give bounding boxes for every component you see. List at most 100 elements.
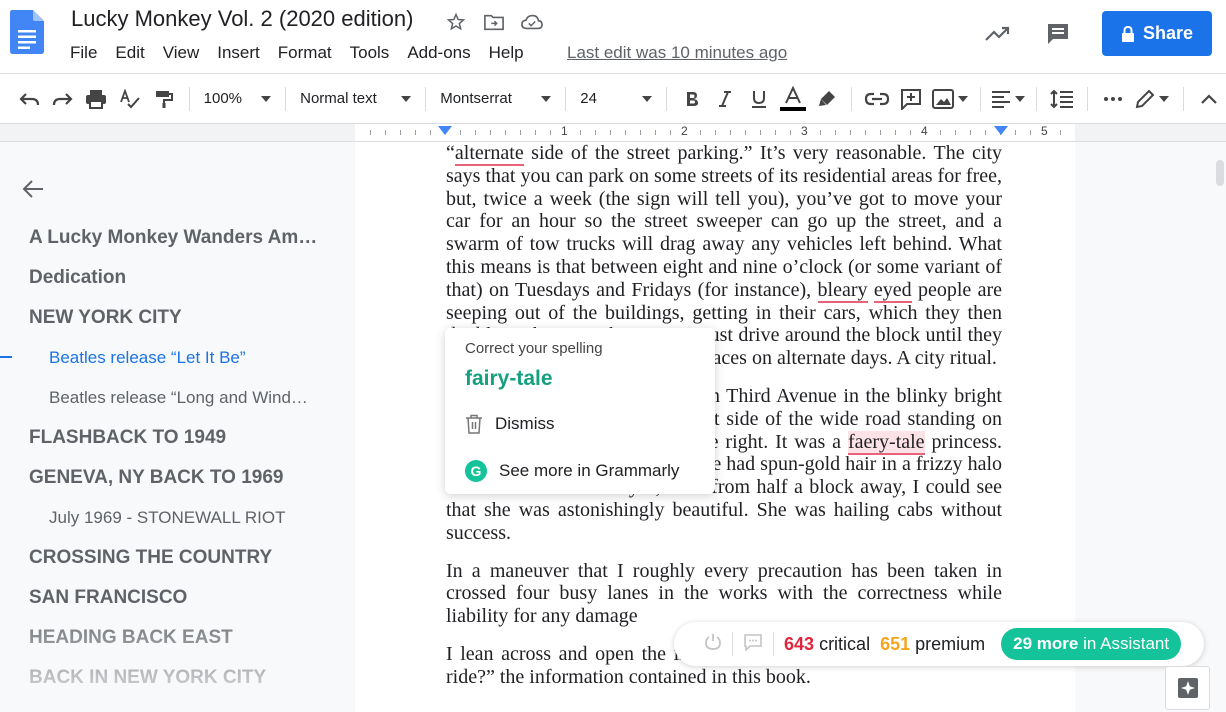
outline-item[interactable]: GENEVA, NY BACK TO 1969 — [29, 467, 283, 489]
ruler-tick — [865, 130, 866, 135]
toolbar-divider — [425, 86, 427, 111]
ruler: 1 2 3 4 5 — [0, 124, 1226, 142]
outline-item[interactable]: Dedication — [29, 267, 126, 289]
premium-count: 651 — [880, 633, 911, 654]
highlight-color-icon[interactable] — [810, 83, 844, 115]
dismiss-button[interactable]: Dismiss — [465, 414, 555, 434]
document-title[interactable]: Lucky Monkey Vol. 2 (2020 edition) — [71, 6, 413, 32]
explore-button[interactable] — [1165, 666, 1210, 710]
power-icon[interactable] — [704, 633, 722, 656]
spelling-error-word[interactable]: alternate — [454, 142, 524, 166]
pencil-icon — [1136, 89, 1155, 108]
ruler-tick — [1015, 130, 1016, 135]
premium-issues[interactable]: 651 premium — [880, 634, 985, 655]
activity-dashboard-icon[interactable] — [982, 18, 1014, 50]
font-size-value: 24 — [580, 90, 597, 107]
spelling-error-word[interactable]: bleary — [817, 278, 868, 303]
ruler-tick — [730, 130, 731, 135]
ruler-tick — [640, 130, 641, 135]
menu-edit[interactable]: Edit — [115, 43, 152, 63]
print-icon[interactable] — [79, 83, 113, 115]
outline-item[interactable]: July 1969 - STONEWALL RIOT — [49, 508, 286, 528]
critical-count: 643 — [784, 633, 815, 654]
assistant-count: 29 more — [1013, 634, 1079, 653]
outline-item[interactable]: Beatles release “Long and Wind… — [49, 388, 308, 408]
ruler-number: 4 — [921, 124, 928, 138]
outline-item[interactable]: SAN FRANCISCO — [29, 587, 187, 609]
outline-item-active[interactable]: Beatles release “Let It Be” — [49, 348, 246, 368]
outline-item[interactable]: HEADING BACK EAST — [29, 627, 233, 649]
premium-label: premium — [915, 633, 986, 654]
font-size-select[interactable]: 24 — [574, 83, 657, 115]
outline-item[interactable]: A Lucky Monkey Wanders Am… — [29, 227, 317, 249]
ruler-tick — [655, 130, 656, 135]
open-assistant-button[interactable]: 29 more in Assistant — [1001, 628, 1182, 660]
chevron-up-icon[interactable] — [1192, 83, 1226, 115]
menu-insert[interactable]: Insert — [217, 43, 268, 63]
trash-icon — [466, 414, 482, 434]
text-color-icon[interactable] — [776, 83, 810, 115]
font-family-select[interactable]: Montserrat — [434, 83, 557, 115]
menu-view[interactable]: View — [163, 43, 208, 63]
outline-item[interactable]: NEW YORK CITY — [29, 307, 182, 329]
spelling-error-word-selected[interactable]: faery-tale — [847, 430, 925, 455]
add-comment-icon[interactable] — [894, 83, 928, 115]
outline-item[interactable]: CROSSING THE COUNTRY — [29, 547, 272, 569]
critical-issues[interactable]: 643 critical — [784, 634, 870, 655]
redo-icon[interactable] — [46, 83, 80, 115]
undo-icon[interactable] — [12, 83, 46, 115]
comments-icon[interactable] — [1042, 18, 1074, 50]
scrollbar-track[interactable] — [1214, 142, 1226, 712]
share-button[interactable]: Share — [1102, 11, 1212, 56]
underline-icon[interactable] — [742, 83, 776, 115]
paragraph-style-select[interactable]: Normal text — [294, 83, 417, 115]
more-icon[interactable] — [1096, 83, 1130, 115]
star-icon[interactable] — [444, 10, 468, 34]
move-folder-icon[interactable] — [482, 10, 506, 34]
ruler-tick — [475, 130, 476, 135]
document-outline: A Lucky Monkey Wanders Am… Dedication NE… — [0, 142, 355, 712]
cloud-status-icon[interactable] — [520, 10, 544, 34]
toolbar-divider — [565, 86, 567, 111]
outline-item[interactable]: BACK IN NEW YORK CITY — [29, 667, 266, 689]
ruler-tick — [910, 130, 911, 135]
suggestion-replacement[interactable]: fairy-tale — [465, 367, 553, 391]
scrollbar-thumb[interactable] — [1216, 160, 1224, 186]
spelling-error-word[interactable]: eyed — [873, 278, 912, 303]
ruler-number: 5 — [1041, 124, 1048, 138]
last-edit-link[interactable]: Last edit was 10 minutes ago — [567, 43, 787, 63]
ruler-tick — [520, 130, 521, 135]
bold-icon[interactable] — [675, 83, 709, 115]
ruler-tick — [970, 130, 971, 135]
zoom-select[interactable]: 100% — [198, 83, 277, 115]
paint-format-icon[interactable] — [147, 83, 181, 115]
align-button[interactable] — [988, 83, 1028, 115]
outline-item[interactable]: FLASHBACK TO 1949 — [29, 427, 226, 449]
insert-link-icon[interactable] — [860, 83, 894, 115]
menu-help[interactable]: Help — [489, 43, 532, 63]
ruler-tick — [745, 130, 746, 135]
right-indent-marker[interactable] — [994, 126, 1008, 135]
menu-tools[interactable]: Tools — [350, 43, 398, 63]
chevron-down-icon — [401, 95, 412, 102]
ruler-tick — [490, 130, 491, 135]
spellcheck-icon[interactable] — [113, 83, 147, 115]
feedback-icon[interactable] — [743, 633, 763, 656]
ruler-tick — [895, 130, 896, 135]
ruler-tick — [985, 130, 986, 135]
see-more-grammarly-button[interactable]: G See more in Grammarly — [465, 460, 679, 482]
editing-mode-button[interactable] — [1130, 83, 1176, 115]
menu-addons[interactable]: Add-ons — [407, 43, 478, 63]
menu-format[interactable]: Format — [278, 43, 340, 63]
line-spacing-icon[interactable] — [1045, 83, 1079, 115]
google-docs-icon[interactable] — [10, 10, 44, 54]
left-indent-marker[interactable] — [438, 126, 452, 135]
grammarly-status-bar: 643 critical 651 premium 29 more in Assi… — [674, 622, 1204, 666]
docs-header: Lucky Monkey Vol. 2 (2020 edition) File … — [0, 0, 1226, 74]
insert-image-button[interactable] — [928, 83, 972, 115]
back-arrow-icon[interactable] — [22, 178, 44, 206]
italic-icon[interactable] — [708, 83, 742, 115]
ruler-number: 3 — [801, 124, 808, 138]
menu-file[interactable]: File — [70, 43, 105, 63]
outline-fade — [0, 602, 355, 712]
